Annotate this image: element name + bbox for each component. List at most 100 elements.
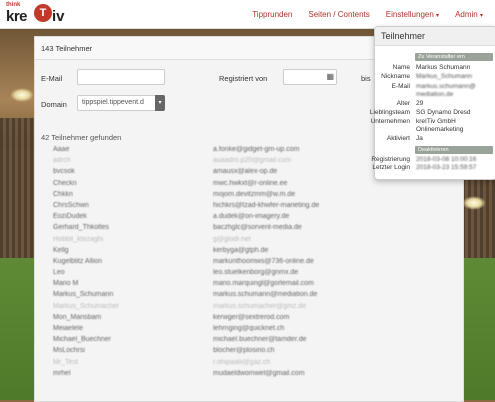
participant-name[interactable]: Kellg	[53, 247, 69, 254]
bis-label: bis	[361, 74, 371, 83]
main-nav: Tipprunden Seiten / Contents Einstellung…	[244, 0, 491, 28]
participant-email: markus.schumann@mediation.de	[213, 291, 318, 299]
popover-value: kreITiv GmbH	[416, 118, 456, 125]
logo[interactable]: think kre T iv	[4, 2, 74, 26]
registered-from-label: Registriert von	[219, 74, 268, 83]
list-item[interactable]: Kellg kerbyga@gtph.de	[35, 246, 463, 257]
participant-email: markunthoomws@736-online.de	[213, 257, 314, 265]
list-item[interactable]: Leo leo.stuelkenborg@gnmx.de	[35, 268, 463, 279]
popover-label: Aktiviert	[386, 135, 410, 142]
list-item[interactable]: Mr_Test r.ohipaalii@gaz.ch	[35, 358, 463, 369]
participant-name[interactable]: Mario M	[53, 280, 78, 287]
participant-email: leo.stuelkenborg@gnmx.de	[213, 269, 299, 277]
participant-name[interactable]: ChrsSchwn	[53, 202, 89, 209]
participant-email: kerwger@sextrerod.com	[213, 313, 290, 321]
result-count: 42 Teilnehmer gefunden	[41, 133, 122, 142]
list-item[interactable]: Checkn mwc.hwkxt@r-online.ee	[35, 179, 463, 190]
domain-select-value: tippspiel.tippevent.d	[82, 99, 144, 106]
participant-name[interactable]: Markus_Schumacher	[53, 303, 119, 310]
participant-email: r.ohipaalii@gaz.ch	[213, 358, 271, 366]
participant-email: mario.marquingl@gorlemail.com	[213, 280, 314, 288]
participant-email: lehrnging@quicknet.ch	[213, 325, 285, 332]
participant-name[interactable]: Meiaelele	[53, 325, 83, 332]
popover-label: Name	[392, 64, 410, 71]
list-item[interactable]: Markus_Schumacher markus.schumacher@gmz.d…	[35, 302, 463, 313]
participant-name[interactable]: adrch	[53, 157, 71, 164]
participant-email: a.fonke@gidget-gm-up.com	[213, 146, 300, 153]
list-item[interactable]: Gerhard_Thkoltes baczhglc@sorvent-media.d…	[35, 223, 463, 234]
list-item[interactable]: Kugelblitz Allion markunthoomws@736-onlin…	[35, 257, 463, 268]
popover-value: 2018-03-08 10:00:16	[416, 156, 477, 163]
email-input[interactable]	[77, 69, 165, 85]
list-item[interactable]: Mon_Marisbam kerwger@sextrerod.com	[35, 313, 463, 324]
make-organizer-button[interactable]: Zu Veranstalter ern	[415, 53, 493, 61]
participant-name[interactable]: Hobbit_ktezaghi	[53, 236, 103, 243]
participant-email: blocher@plosirio.ch	[213, 347, 275, 355]
popover-value: markus.schumann@	[416, 83, 476, 90]
nav-tipprunden[interactable]: Tipprunden	[252, 10, 292, 19]
calendar-icon[interactable]: ▦	[326, 72, 334, 81]
participant-name[interactable]: Chkkn	[53, 191, 73, 198]
participant-name[interactable]: Leo	[53, 269, 65, 276]
participant-name[interactable]: bvcsok	[53, 168, 75, 175]
chevron-down-icon: ▾	[479, 12, 483, 19]
participant-email: a.dudek@on-imagery.de	[213, 213, 290, 221]
popover-label: Unternehmen	[370, 118, 410, 125]
participant-name[interactable]: Gerhard_Thkoltes	[53, 224, 109, 231]
chevron-down-icon[interactable]: ▾	[155, 95, 165, 111]
participant-name[interactable]: EoziDudek	[53, 213, 87, 220]
participant-name[interactable]: MsLochrsi	[53, 347, 85, 354]
popover-label: Alter	[396, 100, 410, 107]
nav-admin-label: Admin	[455, 9, 478, 19]
popover-value: 29	[416, 100, 424, 107]
popover-header: Teilnehmer	[375, 27, 495, 46]
participant-email: amausx@alex-op.de	[213, 168, 278, 176]
nav-einstellungen[interactable]: Einstellungen ▾	[386, 10, 439, 19]
participant-name[interactable]: Michael_Buechner	[53, 336, 111, 343]
popover-value: SG Dynamo Dresd	[416, 109, 471, 116]
participant-name[interactable]: mrhel	[53, 370, 71, 377]
list-item[interactable]: MsLochrsi blocher@plosirio.ch	[35, 346, 463, 357]
popover-label: E-Mail	[391, 83, 410, 90]
popover-value: Markus_Schumann	[416, 73, 472, 80]
participant-name[interactable]: Mr_Test	[53, 359, 78, 366]
popover-label: Lieblingsteam	[369, 109, 410, 116]
list-item[interactable]: Chkkn mojom.devitzmm@w.m.de	[35, 190, 463, 201]
participant-email: mwc.hwkxt@r-online.ee	[213, 179, 288, 187]
popover-label: Letzter Login	[372, 164, 410, 171]
nav-seiten-contents[interactable]: Seiten / Contents	[308, 10, 369, 19]
panel-title: 143 Teilnehmer	[41, 44, 93, 53]
deactivate-button[interactable]: Deaktivieren	[415, 146, 493, 154]
popover-label: Nickname	[381, 73, 410, 80]
list-item[interactable]: Meiaelele lehrnging@quicknet.ch	[35, 324, 463, 335]
logo-iv: iv	[52, 8, 65, 25]
participant-name[interactable]: Mon_Marisbam	[53, 314, 101, 321]
list-item[interactable]: mrhel mudaeldwomwet@gmail.com	[35, 369, 463, 380]
participant-name[interactable]: Aaae	[53, 146, 69, 153]
logo-ball-icon: T	[34, 4, 52, 22]
participant-email: mojom.devitzmm@w.m.de	[213, 190, 296, 198]
popover-value: 2018-03-23 15:59:57	[416, 164, 477, 171]
participant-name[interactable]: Markus_Schumann	[53, 291, 113, 298]
list-item[interactable]: EoziDudek a.dudek@on-imagery.de	[35, 212, 463, 223]
nav-admin[interactable]: Admin ▾	[455, 10, 483, 19]
popover-value: Markus Schumann	[416, 64, 471, 71]
participant-email: g@glodr.net	[213, 235, 251, 243]
list-item[interactable]: Michael_Buechner michael.buechner@tamder.…	[35, 335, 463, 346]
participant-email: mudaeldwomwet@gmail.com	[213, 369, 305, 377]
participant-list: Aaae a.fonke@gidget-gm-up.com adrch auaadro…	[35, 145, 463, 380]
nav-seiten-label: Seiten / Contents	[308, 9, 370, 19]
list-item[interactable]: Markus_Schumann markus.schumann@mediation…	[35, 290, 463, 301]
list-item[interactable]: Hobbit_ktezaghi g@glodr.net	[35, 235, 463, 246]
participant-name[interactable]: Checkn	[53, 180, 77, 187]
participant-email: auaadro.p20@gmail.com	[213, 157, 292, 165]
list-item[interactable]: ChrsSchwn hichkrs@tzad-khwfer-marieting.d…	[35, 201, 463, 212]
nav-einstellungen-label: Einstellungen	[385, 9, 434, 19]
registered-from-input[interactable]: ▦	[283, 69, 337, 85]
participant-name[interactable]: Kugelblitz Allion	[53, 258, 102, 265]
popover-value: mediation.de	[416, 91, 454, 98]
list-item[interactable]: Mario M mario.marquingl@gorlemail.com	[35, 279, 463, 290]
domain-select[interactable]: tippspiel.tippevent.d ▾	[77, 95, 165, 111]
participant-email: markus.schumacher@gmz.de	[213, 302, 307, 310]
popover-value: Onlinemarketing	[416, 126, 464, 133]
